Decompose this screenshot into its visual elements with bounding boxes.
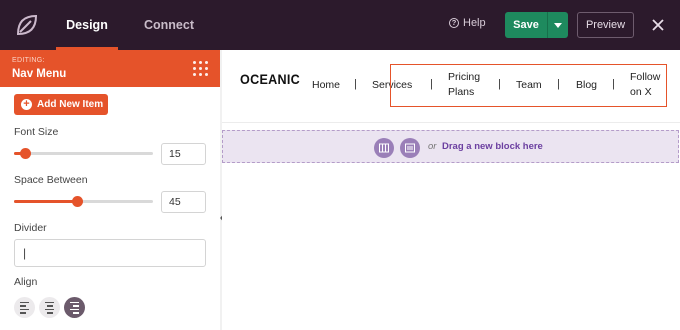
slider-handle[interactable]: [71, 196, 83, 207]
divider-value: |: [23, 246, 27, 260]
preview-button[interactable]: Preview: [577, 12, 634, 38]
divider-input[interactable]: |: [14, 239, 206, 267]
seedprod-leaf-icon[interactable]: [14, 12, 40, 38]
block-icon[interactable]: [400, 138, 420, 158]
close-icon[interactable]: [648, 15, 668, 35]
tab-connect[interactable]: Connect: [138, 0, 200, 50]
space-between-label: Space Between: [14, 174, 88, 186]
align-right-icon[interactable]: [64, 297, 85, 318]
columns-icon[interactable]: [374, 138, 394, 158]
drop-zone-or: or: [428, 141, 437, 152]
save-button[interactable]: Save: [505, 12, 547, 38]
drop-zone-text[interactable]: Drag a new block here: [442, 141, 543, 152]
slider-fill: [14, 200, 77, 203]
sidebar-header: EDITING: Nav Menu: [0, 50, 220, 87]
chevron-down-icon: [554, 22, 562, 28]
font-size-label: Font Size: [14, 126, 59, 138]
help-icon: ?: [449, 18, 459, 28]
font-size-input[interactable]: 15: [161, 143, 206, 165]
save-button-group: Save: [505, 12, 568, 38]
help-label: Help: [463, 17, 486, 29]
nav-separator: |: [354, 78, 357, 90]
font-size-slider[interactable]: [14, 148, 153, 159]
page-canvas: OCEANIC Home | Services | Pricing Plans …: [222, 50, 680, 330]
tab-design[interactable]: Design: [56, 0, 118, 50]
settings-sidebar: EDITING: Nav Menu + Add New Item Font Si…: [0, 50, 220, 330]
selected-block-outline: [390, 64, 667, 107]
plus-circle-icon: +: [21, 99, 32, 110]
align-left-icon[interactable]: [14, 297, 35, 318]
divider-label: Divider: [14, 222, 47, 234]
space-between-input[interactable]: 45: [161, 191, 206, 213]
add-new-item-button[interactable]: + Add New Item: [14, 94, 108, 115]
drag-handle-icon[interactable]: [193, 61, 208, 76]
top-toolbar: Design Connect ? Help Save Preview: [0, 0, 680, 50]
header-divider: [222, 122, 680, 123]
drop-zone[interactable]: or Drag a new block here: [222, 130, 679, 163]
align-center-icon[interactable]: [39, 297, 60, 318]
space-between-slider[interactable]: [14, 196, 153, 207]
help-link[interactable]: ? Help: [449, 17, 486, 29]
sidebar-title: Nav Menu: [12, 68, 67, 80]
site-logo[interactable]: OCEANIC: [240, 71, 300, 87]
nav-item-home[interactable]: Home: [312, 78, 340, 93]
save-options-button[interactable]: [547, 12, 568, 38]
align-label: Align: [14, 276, 38, 288]
slider-handle[interactable]: [20, 148, 32, 159]
add-new-item-label: Add New Item: [37, 99, 104, 110]
editing-label: EDITING:: [12, 57, 45, 64]
